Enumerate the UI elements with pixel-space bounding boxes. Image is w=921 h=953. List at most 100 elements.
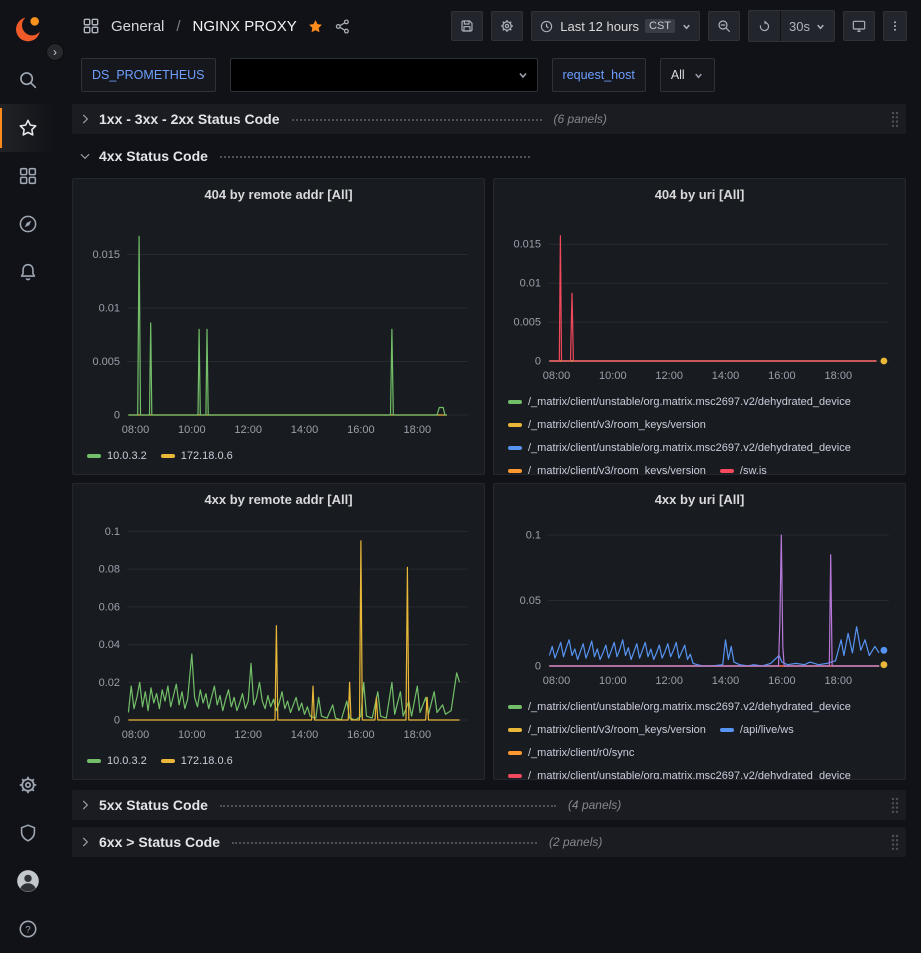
panel-title[interactable]: 4xx by uri [All] [494, 484, 905, 514]
more-options-button[interactable] [883, 11, 907, 41]
dashboard-content: 1xx - 3xx - 2xx Status Code (6 panels) 4… [55, 98, 921, 857]
svg-text:0.06: 0.06 [99, 601, 120, 613]
help-circle-icon: ? [17, 918, 39, 940]
time-series-chart[interactable]: 00.050.108:0010:0012:0014:0016:0018:00 [502, 514, 897, 692]
breadcrumb-divider: / [176, 18, 180, 35]
refresh-button[interactable] [749, 11, 780, 41]
legend-item[interactable]: /sw.js [720, 462, 767, 475]
legend-item[interactable]: /_matrix/client/unstable/org.matrix.msc2… [508, 393, 851, 411]
panel-4xx-by-remote-addr: 4xx by remote addr [All] 00.020.040.060.… [72, 483, 485, 780]
row-header-6xx[interactable]: 6xx > Status Code (2 panels) [72, 827, 906, 857]
sidebar-item-alerting[interactable] [0, 248, 55, 296]
svg-text:0: 0 [114, 410, 120, 422]
row-title: 1xx - 3xx - 2xx Status Code [99, 111, 280, 127]
search-icon [17, 69, 39, 91]
row-leader-dots [220, 805, 556, 807]
svg-text:18:00: 18:00 [404, 729, 432, 741]
chart-legend: 10.0.3.2 172.18.0.6 [73, 441, 484, 465]
row-drag-handle[interactable] [890, 833, 900, 851]
monitor-icon [851, 18, 867, 34]
sidebar-item-help[interactable]: ? [0, 905, 55, 953]
svg-text:12:00: 12:00 [655, 675, 683, 687]
legend-item[interactable]: /_matrix/client/unstable/org.matrix.msc2… [508, 439, 851, 457]
legend-item[interactable]: /_matrix/client/r0/sync [508, 744, 634, 762]
svg-text:16:00: 16:00 [347, 729, 375, 741]
adhoc-filter-key-label: request_host [563, 68, 635, 82]
sidebar-item-explore[interactable] [0, 200, 55, 248]
kebab-menu-icon [888, 18, 902, 34]
share-icon[interactable] [334, 18, 351, 35]
adhoc-filter-value-dropdown[interactable]: All [660, 58, 715, 92]
legend-item[interactable]: /_matrix/client/unstable/org.matrix.msc2… [508, 767, 851, 780]
panel-404-by-remote-addr: 404 by remote addr [All] 00.0050.010.015… [72, 178, 485, 475]
refresh-interval-dropdown[interactable]: 30s [781, 11, 834, 41]
chevron-right-icon [78, 112, 92, 126]
panel-title[interactable]: 404 by remote addr [All] [73, 179, 484, 209]
row-title: 6xx > Status Code [99, 834, 220, 850]
row-header-4xx[interactable]: 4xx Status Code [72, 141, 906, 171]
save-dashboard-button[interactable] [451, 11, 483, 41]
dashboard-title[interactable]: NGINX PROXY [193, 18, 297, 35]
time-series-chart[interactable]: 00.020.040.060.080.108:0010:0012:0014:00… [81, 514, 476, 746]
sidebar-item-search[interactable] [0, 56, 55, 104]
panel-title[interactable]: 404 by uri [All] [494, 179, 905, 209]
panel-title[interactable]: 4xx by remote addr [All] [73, 484, 484, 514]
legend-item[interactable]: /_matrix/client/unstable/org.matrix.msc2… [508, 698, 851, 716]
time-series-chart[interactable]: 00.0050.010.01508:0010:0012:0014:0016:00… [502, 209, 897, 387]
svg-text:10:00: 10:00 [599, 675, 627, 687]
sidebar-item-starred[interactable] [0, 104, 55, 152]
svg-text:0.02: 0.02 [99, 677, 120, 689]
zoom-out-button[interactable] [708, 11, 740, 41]
svg-text:08:00: 08:00 [122, 424, 150, 436]
dashboard-settings-button[interactable] [491, 11, 523, 41]
svg-text:0: 0 [535, 661, 541, 673]
svg-text:10:00: 10:00 [178, 424, 206, 436]
legend-item[interactable]: /_matrix/client/v3/room_keys/version [508, 462, 706, 475]
save-icon [459, 18, 475, 34]
datasource-variable-name: DS_PROMETHEUS [92, 68, 205, 82]
legend-item[interactable]: 10.0.3.2 [87, 752, 147, 770]
adhoc-filter-key[interactable]: request_host [552, 58, 646, 92]
legend-item[interactable]: /api/live/ws [720, 721, 794, 739]
favorite-star-icon[interactable] [307, 18, 324, 35]
dashboards-grid-icon [17, 165, 39, 187]
sidebar-item-settings[interactable] [0, 761, 55, 809]
sidebar-item-profile[interactable] [0, 857, 55, 905]
row-header-5xx[interactable]: 5xx Status Code (4 panels) [72, 790, 906, 820]
time-range-picker[interactable]: Last 12 hours CST [531, 11, 700, 41]
svg-text:0.005: 0.005 [513, 317, 541, 329]
chevron-down-icon [815, 21, 826, 32]
time-series-chart[interactable]: 00.0050.010.01508:0010:0012:0014:0016:00… [81, 209, 476, 441]
row-leader-dots [220, 156, 530, 158]
legend-item[interactable]: /_matrix/client/v3/room_keys/version [508, 416, 706, 434]
sidebar-expand-button[interactable]: › [46, 43, 64, 61]
row-drag-handle[interactable] [890, 796, 900, 814]
row-title: 4xx Status Code [99, 148, 208, 164]
legend-item[interactable]: 10.0.3.2 [87, 447, 147, 465]
svg-text:0.015: 0.015 [513, 239, 541, 251]
svg-text:14:00: 14:00 [291, 729, 319, 741]
refresh-picker: 30s [748, 10, 835, 42]
svg-text:0: 0 [114, 715, 120, 727]
sidebar-item-dashboards[interactable] [0, 152, 55, 200]
grafana-dashboard-page: { "colors":{"page_bg":"#111217","panel_b… [0, 0, 921, 953]
svg-text:0.005: 0.005 [92, 356, 120, 368]
svg-text:14:00: 14:00 [712, 370, 740, 382]
legend-item[interactable]: 172.18.0.6 [161, 447, 233, 465]
row-header-1xx-3xx-2xx[interactable]: 1xx - 3xx - 2xx Status Code (6 panels) [72, 104, 906, 134]
star-icon [17, 117, 39, 139]
datasource-variable-label[interactable]: DS_PROMETHEUS [81, 58, 216, 92]
svg-text:0.05: 0.05 [520, 595, 541, 607]
svg-text:10:00: 10:00 [178, 729, 206, 741]
datasource-variable-select[interactable] [230, 58, 538, 92]
apps-grid-icon[interactable] [81, 16, 101, 36]
legend-item[interactable]: 172.18.0.6 [161, 752, 233, 770]
svg-text:16:00: 16:00 [768, 370, 796, 382]
gear-icon [499, 18, 515, 34]
legend-item[interactable]: /_matrix/client/v3/room_keys/version [508, 721, 706, 739]
row-leader-dots [232, 842, 537, 844]
row-drag-handle[interactable] [890, 110, 900, 128]
breadcrumb-section[interactable]: General [111, 18, 164, 35]
tv-mode-button[interactable] [843, 11, 875, 41]
sidebar-item-server-admin[interactable] [0, 809, 55, 857]
